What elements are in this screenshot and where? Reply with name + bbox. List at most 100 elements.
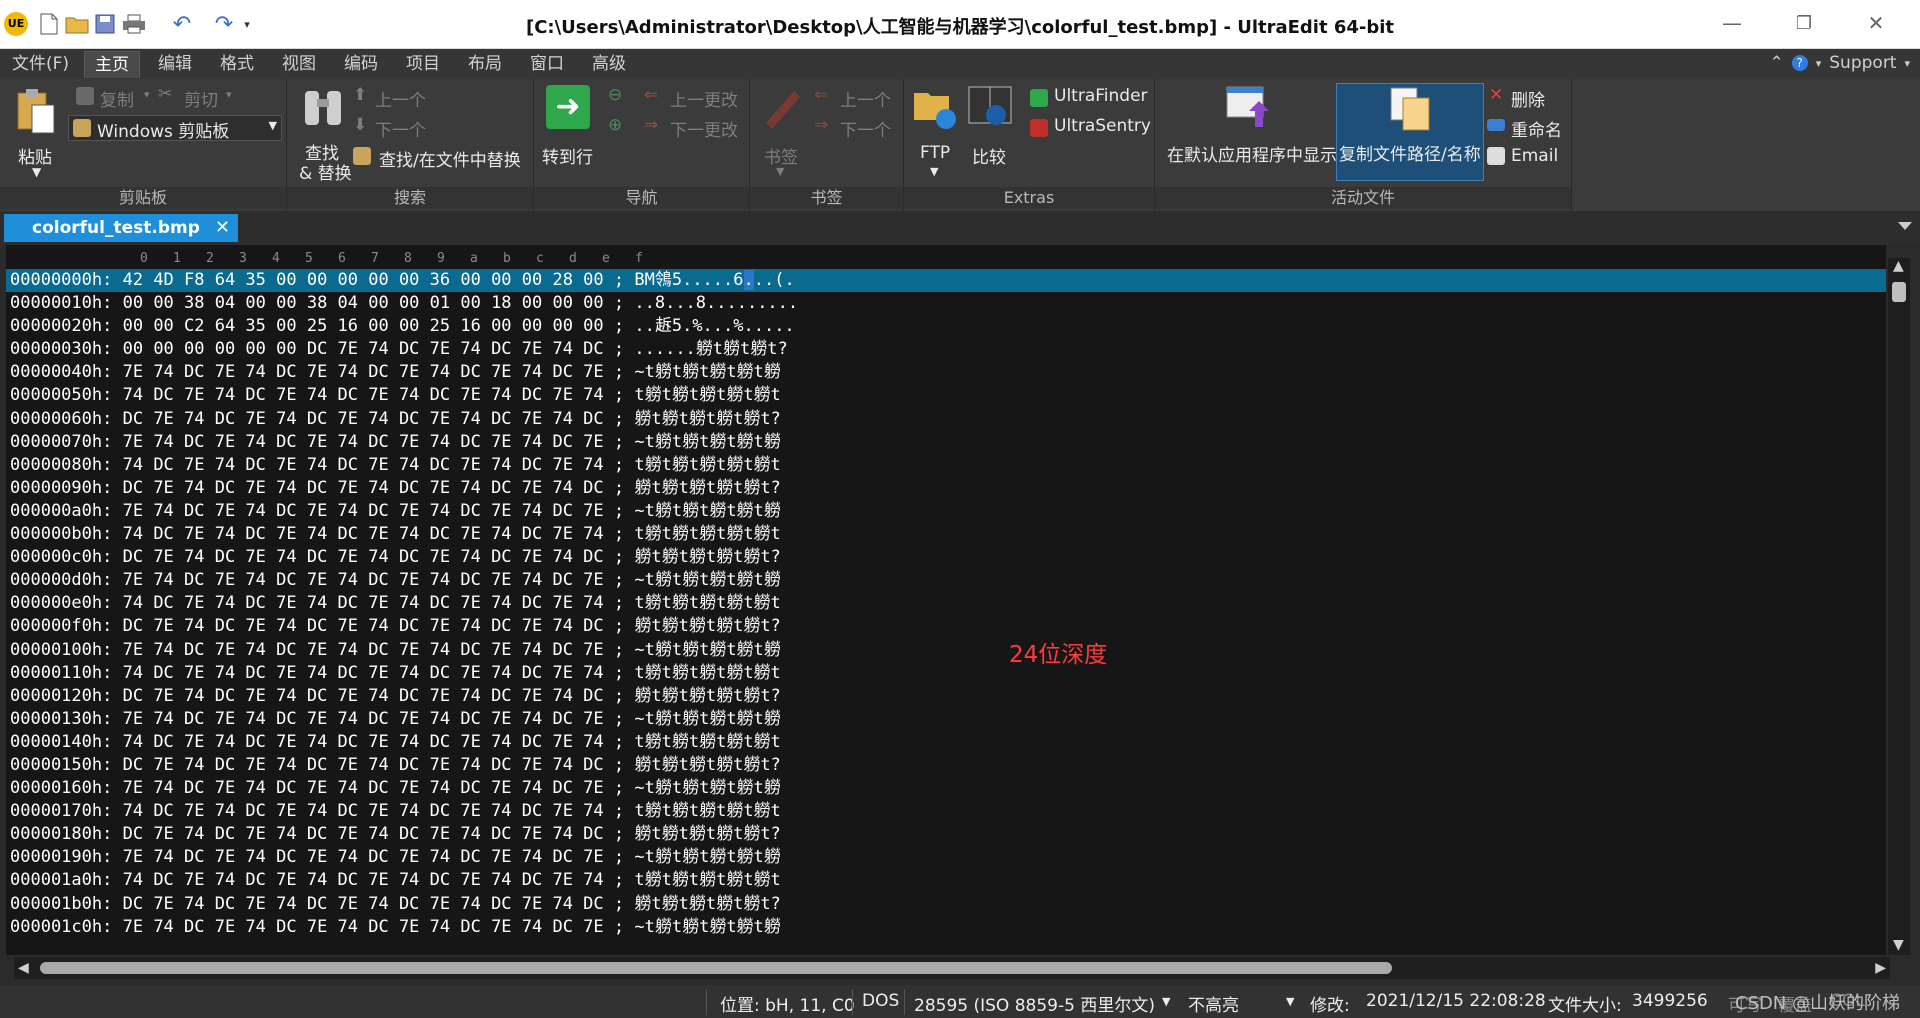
scroll-left-icon[interactable]: ◀: [18, 960, 29, 976]
support-dropdown-icon[interactable]: ▾: [1816, 57, 1822, 70]
tab-format[interactable]: 格式: [210, 51, 264, 77]
hex-row[interactable]: 00000110h: 74 DC 7E 74 DC 7E 74 DC 7E 74…: [6, 662, 1886, 685]
hex-row[interactable]: 00000170h: 74 DC 7E 74 DC 7E 74 DC 7E 74…: [6, 800, 1886, 823]
paste-button[interactable]: 粘贴 ▼: [8, 85, 64, 185]
prev-bookmark-button[interactable]: 上一个: [840, 86, 891, 111]
cut-button[interactable]: 剪切: [184, 86, 218, 111]
goto-line-button[interactable]: ➜ 转到行: [538, 85, 598, 181]
tab-list-dropdown-icon[interactable]: [1898, 222, 1912, 230]
hex-row-bytes: 74 DC 7E 74 DC 7E 74 DC 7E 74 DC 7E 74 D…: [122, 593, 604, 614]
tab-file[interactable]: 文件(F): [2, 51, 79, 77]
hex-row[interactable]: 000001a0h: 74 DC 7E 74 DC 7E 74 DC 7E 74…: [6, 869, 1886, 892]
hex-row-bytes: DC 7E 74 DC 7E 74 DC 7E 74 DC 7E 74 DC 7…: [122, 616, 604, 637]
find-prev-button[interactable]: 上一个: [375, 86, 426, 111]
hex-row[interactable]: 00000080h: 74 DC 7E 74 DC 7E 74 DC 7E 74…: [6, 454, 1886, 477]
cut-dropdown-icon[interactable]: ▾: [226, 88, 232, 101]
tab-home[interactable]: 主页: [84, 51, 140, 78]
hex-row[interactable]: 00000090h: DC 7E 74 DC 7E 74 DC 7E 74 DC…: [6, 477, 1886, 500]
hex-row-address: 00000180h:: [10, 824, 113, 845]
hex-row[interactable]: 00000120h: DC 7E 74 DC 7E 74 DC 7E 74 DC…: [6, 685, 1886, 708]
encoding-dropdown-icon[interactable]: ▼: [1162, 995, 1170, 1008]
hex-row[interactable]: 00000070h: 7E 74 DC 7E 74 DC 7E 74 DC 7E…: [6, 431, 1886, 454]
hex-row[interactable]: 00000130h: 7E 74 DC 7E 74 DC 7E 74 DC 7E…: [6, 708, 1886, 731]
tab-view[interactable]: 视图: [272, 51, 326, 77]
vertical-scrollbar[interactable]: ▲ ▼: [1888, 258, 1910, 955]
find-next-button[interactable]: 下一个: [375, 116, 426, 141]
find-replace-button[interactable]: 查找 & 替换: [293, 83, 353, 187]
compare-button[interactable]: 比较: [966, 85, 1016, 175]
support-arrow-icon[interactable]: ▾: [1904, 57, 1910, 70]
find-in-files-button[interactable]: 查找/在文件中替换: [379, 146, 521, 171]
scroll-down-icon[interactable]: ▼: [1893, 937, 1904, 953]
open-default-app-button[interactable]: 在默认应用程序中显示: [1159, 83, 1337, 173]
rename-button[interactable]: 重命名: [1511, 116, 1562, 141]
tab-layout[interactable]: 布局: [458, 51, 512, 77]
nav-forward-icon[interactable]: ⊕: [608, 115, 622, 135]
copy-file-path-button[interactable]: 复制文件路径/名称: [1336, 83, 1484, 181]
hex-row[interactable]: 00000190h: 7E 74 DC 7E 74 DC 7E 74 DC 7E…: [6, 846, 1886, 869]
hex-row[interactable]: 00000160h: 7E 74 DC 7E 74 DC 7E 74 DC 7E…: [6, 777, 1886, 800]
hex-row[interactable]: 000000a0h: 7E 74 DC 7E 74 DC 7E 74 DC 7E…: [6, 500, 1886, 523]
hex-row[interactable]: 000000c0h: DC 7E 74 DC 7E 74 DC 7E 74 DC…: [6, 546, 1886, 569]
ribbon-tab-bar: 文件(F) 主页 编辑 格式 视图 编码 项目 布局 窗口 高级 ⌃ ? ▾ S…: [0, 49, 1920, 79]
hex-editor[interactable]: 0 1 2 3 4 5 6 7 8 9 a b c d e f 00000000…: [6, 245, 1886, 955]
hex-row[interactable]: 00000060h: DC 7E 74 DC 7E 74 DC 7E 74 DC…: [6, 408, 1886, 431]
copy-button[interactable]: 复制: [100, 86, 134, 111]
minimize-button[interactable]: —: [1712, 10, 1752, 36]
hex-row[interactable]: 00000040h: 7E 74 DC 7E 74 DC 7E 74 DC 7E…: [6, 361, 1886, 384]
hex-row[interactable]: 00000150h: DC 7E 74 DC 7E 74 DC 7E 74 DC…: [6, 754, 1886, 777]
hex-row[interactable]: 00000140h: 74 DC 7E 74 DC 7E 74 DC 7E 74…: [6, 731, 1886, 754]
nav-back-icon[interactable]: ⊖: [608, 85, 622, 105]
tab-project[interactable]: 项目: [396, 51, 450, 77]
bookmark-button[interactable]: 书签 ▼: [754, 85, 808, 185]
hex-row[interactable]: 000000d0h: 7E 74 DC 7E 74 DC 7E 74 DC 7E…: [6, 569, 1886, 592]
paste-dropdown-icon[interactable]: ▼: [32, 165, 41, 179]
hex-row[interactable]: 00000180h: DC 7E 74 DC 7E 74 DC 7E 74 DC…: [6, 823, 1886, 846]
next-change-button[interactable]: 下一更改: [670, 116, 738, 141]
tab-edit[interactable]: 编辑: [148, 51, 202, 77]
hex-row[interactable]: 00000100h: 7E 74 DC 7E 74 DC 7E 74 DC 7E…: [6, 639, 1886, 662]
copy-file-path-icon: [1390, 87, 1430, 131]
ultrasentry-button[interactable]: UltraSentry: [1054, 116, 1151, 136]
email-button[interactable]: Email: [1511, 146, 1558, 166]
hex-row[interactable]: 00000030h: 00 00 00 00 00 00 DC 7E 74 DC…: [6, 338, 1886, 361]
next-bookmark-button[interactable]: 下一个: [840, 116, 891, 141]
close-tab-icon[interactable]: ✕: [215, 214, 230, 242]
hex-row[interactable]: 000001c0h: 7E 74 DC 7E 74 DC 7E 74 DC 7E…: [6, 916, 1886, 939]
tab-window[interactable]: 窗口: [520, 51, 574, 77]
hex-row[interactable]: 00000050h: 74 DC 7E 74 DC 7E 74 DC 7E 74…: [6, 384, 1886, 407]
tab-encoding[interactable]: 编码: [334, 51, 388, 77]
delete-button[interactable]: 删除: [1511, 86, 1545, 111]
collapse-ribbon-icon[interactable]: ⌃: [1769, 53, 1783, 73]
copy-dropdown-icon[interactable]: ▾: [144, 88, 150, 101]
hex-row[interactable]: 00000000h: 42 4D F8 64 35 00 00 00 00 00…: [6, 269, 1886, 293]
scroll-up-icon[interactable]: ▲: [1893, 258, 1904, 274]
hex-row[interactable]: 000001b0h: DC 7E 74 DC 7E 74 DC 7E 74 DC…: [6, 893, 1886, 916]
restore-button[interactable]: ❐: [1784, 10, 1824, 36]
hex-row[interactable]: 00000010h: 00 00 38 04 00 00 38 04 00 00…: [6, 292, 1886, 315]
hex-row[interactable]: 000000f0h: DC 7E 74 DC 7E 74 DC 7E 74 DC…: [6, 615, 1886, 638]
status-highlight[interactable]: 不高亮: [1188, 991, 1239, 1016]
hex-row[interactable]: 000000e0h: 74 DC 7E 74 DC 7E 74 DC 7E 74…: [6, 592, 1886, 615]
highlight-dropdown-icon[interactable]: ▼: [1286, 995, 1294, 1008]
ftp-dropdown-icon[interactable]: ▼: [930, 165, 938, 178]
scroll-right-icon[interactable]: ▶: [1875, 960, 1886, 976]
close-window-button[interactable]: ✕: [1856, 10, 1896, 36]
hex-row-address: 00000190h:: [10, 847, 113, 868]
horizontal-scroll-thumb[interactable]: [40, 962, 1392, 974]
hex-row[interactable]: 00000020h: 00 00 C2 64 35 00 25 16 00 00…: [6, 315, 1886, 338]
vertical-scroll-thumb[interactable]: [1892, 282, 1906, 302]
tab-advanced[interactable]: 高级: [582, 51, 636, 77]
bookmark-dropdown-icon[interactable]: ▼: [776, 165, 784, 178]
clipboard-select[interactable]: Windows 剪贴板 ▼: [68, 115, 282, 142]
support-link[interactable]: Support: [1829, 53, 1896, 73]
status-encoding[interactable]: 28595 (ISO 8859-5 西里尔文): [914, 991, 1155, 1016]
ftp-button[interactable]: FTP ▼: [910, 85, 960, 185]
horizontal-scrollbar[interactable]: ◀ ▶: [14, 957, 1890, 979]
hex-row[interactable]: 000000b0h: 74 DC 7E 74 DC 7E 74 DC 7E 74…: [6, 523, 1886, 546]
status-line-ending[interactable]: DOS: [862, 991, 899, 1011]
ultrafinder-button[interactable]: UltraFinder: [1054, 86, 1148, 106]
help-icon[interactable]: ?: [1791, 55, 1808, 71]
prev-change-button[interactable]: 上一更改: [670, 86, 738, 111]
document-tab[interactable]: colorful_test.bmp ✕: [4, 214, 238, 242]
